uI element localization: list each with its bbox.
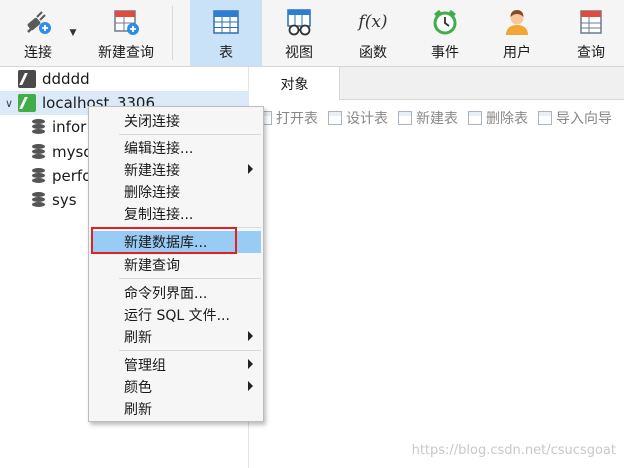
design-table-icon <box>328 111 342 125</box>
open-table-label: 打开表 <box>276 111 318 127</box>
query-icon <box>577 8 605 36</box>
table-icon <box>212 8 240 36</box>
menu-item-copy-connection[interactable]: 复制连接... <box>91 203 261 225</box>
connect-dropdown-icon[interactable]: ▼ <box>68 28 78 38</box>
tree-item-label: mysc <box>52 143 92 161</box>
new-table-icon <box>398 111 412 125</box>
table-label: 表 <box>219 45 233 61</box>
navicat-window: 连接 ▼ 新建查询 表 视图 f(x) 函数 事件 用户 查询 ddddd ∨ … <box>0 0 624 468</box>
chevron-down-icon[interactable]: ∨ <box>2 97 16 110</box>
database-icon <box>32 191 46 209</box>
import-wizard-label: 导入向导 <box>556 111 612 127</box>
tree-item-ddddd[interactable]: ddddd <box>0 67 249 91</box>
submenu-arrow-icon <box>248 381 253 391</box>
import-wizard-icon <box>538 111 552 125</box>
database-icon <box>32 167 46 185</box>
new-query-icon <box>112 8 140 36</box>
tab-objects[interactable]: 对象 <box>250 67 340 100</box>
design-table-label: 设计表 <box>346 111 388 127</box>
menu-item-new-database[interactable]: 新建数据库... <box>91 231 261 253</box>
delete-table-icon <box>468 111 482 125</box>
tree-item-label: ddddd <box>42 70 90 88</box>
toolbar-separator <box>172 6 173 60</box>
table-button[interactable]: 表 <box>190 0 262 66</box>
submenu-arrow-icon <box>248 331 253 341</box>
delete-table-label: 删除表 <box>486 111 528 127</box>
menu-item-label: 颜色 <box>124 380 152 396</box>
clock-icon <box>431 8 459 36</box>
plug-icon <box>24 8 52 36</box>
menu-item-refresh[interactable]: 刷新 <box>91 398 261 420</box>
menu-separator <box>119 227 261 228</box>
view-button[interactable]: 视图 <box>264 0 334 66</box>
user-button[interactable]: 用户 <box>482 0 552 66</box>
delete-table-button[interactable]: 删除表 <box>468 108 528 128</box>
menu-item-manage-group[interactable]: 管理组 <box>91 354 261 376</box>
watermark: https://blog.csdn.net/csucsgoat <box>411 443 616 458</box>
new-query-button[interactable]: 新建查询 <box>82 0 170 66</box>
function-button[interactable]: f(x) 函数 <box>338 0 408 66</box>
tree-item-label: sys <box>52 191 77 209</box>
query-button[interactable]: 查询 <box>556 0 624 66</box>
function-label: 函数 <box>359 45 387 61</box>
query-label: 查询 <box>577 45 605 61</box>
new-query-label: 新建查询 <box>98 45 154 61</box>
menu-item-console[interactable]: 命令列界面... <box>91 282 261 304</box>
connection-green-icon <box>18 94 36 112</box>
menu-item-label: 管理组 <box>124 358 166 374</box>
user-icon <box>503 8 531 36</box>
menu-item-refresh-submenu[interactable]: 刷新 <box>91 326 261 348</box>
event-label: 事件 <box>431 45 459 61</box>
tab-bar: 对象 <box>250 67 624 100</box>
menu-item-edit-connection[interactable]: 编辑连接... <box>91 137 261 159</box>
view-icon <box>285 8 313 36</box>
menu-item-label: 刷新 <box>124 330 152 346</box>
menu-item-delete-connection[interactable]: 删除连接 <box>91 181 261 203</box>
connect-button[interactable]: 连接 <box>6 0 70 66</box>
connect-label: 连接 <box>24 45 52 61</box>
menu-item-run-sql-file[interactable]: 运行 SQL 文件... <box>91 304 261 326</box>
user-label: 用户 <box>503 45 531 61</box>
new-table-button[interactable]: 新建表 <box>398 108 458 128</box>
event-button[interactable]: 事件 <box>410 0 480 66</box>
import-wizard-button[interactable]: 导入向导 <box>538 108 612 128</box>
menu-item-new-query[interactable]: 新建查询 <box>91 254 261 276</box>
new-table-label: 新建表 <box>416 111 458 127</box>
database-icon <box>32 143 46 161</box>
tree-item-label: infor <box>52 118 87 136</box>
design-table-button[interactable]: 设计表 <box>328 108 388 128</box>
submenu-arrow-icon <box>248 164 253 174</box>
object-toolbar: 打开表 设计表 新建表 删除表 导入向导 <box>250 100 624 136</box>
context-menu: 关闭连接 编辑连接... 新建连接 删除连接 复制连接... 新建数据库... … <box>88 106 264 422</box>
menu-separator <box>119 350 261 351</box>
function-glyph: f(x) <box>358 12 388 32</box>
menu-item-color[interactable]: 颜色 <box>91 376 261 398</box>
menu-item-label: 新建连接 <box>124 163 180 179</box>
submenu-arrow-icon <box>248 359 253 369</box>
open-table-button[interactable]: 打开表 <box>258 108 318 128</box>
menu-item-close-connection[interactable]: 关闭连接 <box>91 110 261 132</box>
function-icon: f(x) <box>358 8 388 36</box>
menu-separator <box>119 134 261 135</box>
main-toolbar: 连接 ▼ 新建查询 表 视图 f(x) 函数 事件 用户 查询 <box>0 0 624 67</box>
database-icon <box>32 118 46 136</box>
menu-item-new-connection[interactable]: 新建连接 <box>91 159 261 181</box>
connection-icon <box>18 70 36 88</box>
view-label: 视图 <box>285 45 313 61</box>
tree-item-label: perfo <box>52 167 92 185</box>
object-list-area[interactable]: https://blog.csdn.net/csucsgoat <box>250 136 624 468</box>
menu-separator <box>119 278 261 279</box>
